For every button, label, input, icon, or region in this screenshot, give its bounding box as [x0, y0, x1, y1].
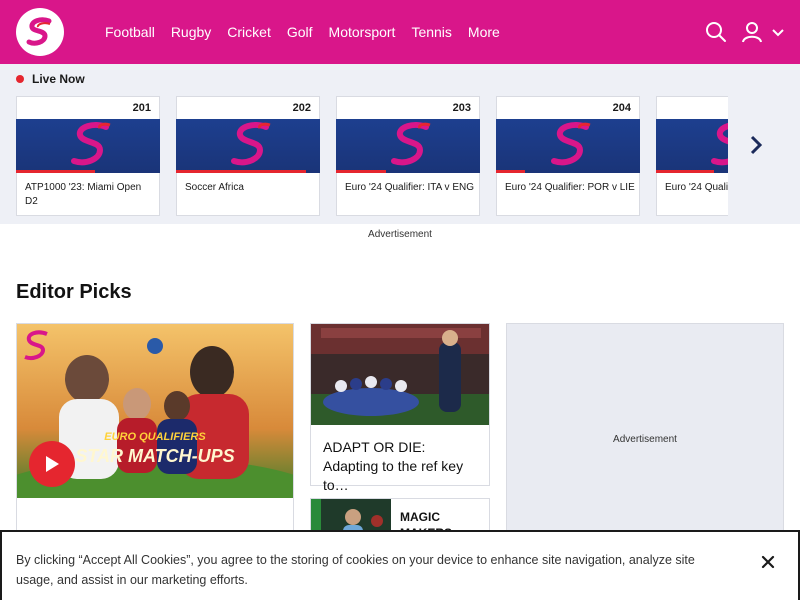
channel-title: Soccer Africa [185, 182, 244, 193]
cookie-banner: By clicking “Accept All Cookies”, you ag… [0, 530, 800, 600]
nav-golf[interactable]: Golf [279, 24, 321, 40]
nav-tennis[interactable]: Tennis [403, 24, 459, 40]
article-card[interactable]: ADAPT OR DIE: Adapting to the ref key to… [310, 323, 490, 493]
channel-carousel: 201 ATP1000 '23: Miami Open D2 202 Socce… [16, 96, 728, 217]
channel-title: Euro '24 Qualifier: POR v LIE [505, 182, 635, 193]
channel-card[interactable]: 204 Euro '24 Qualifier: POR v LIE [496, 96, 640, 216]
feature-video-thumbnail: EURO QUALIFIERS STAR MATCH-UPS [17, 324, 293, 498]
rugby-scrum-photo [311, 324, 489, 425]
nav-more[interactable]: More [460, 24, 508, 40]
supersport-s-icon [71, 122, 111, 166]
channel-progress [176, 170, 306, 173]
main-nav: Football Rugby Cricket Golf Motorsport T… [97, 0, 508, 64]
channel-progress [16, 170, 96, 173]
advertisement-label: Advertisement [368, 229, 432, 240]
channel-title: ATP1000 '23: Miami Open D2 [25, 182, 142, 207]
supersport-s-icon [551, 122, 591, 166]
channel-thumbnail [16, 119, 160, 173]
nav-cricket[interactable]: Cricket [219, 24, 279, 40]
cookie-banner-text: By clicking “Accept All Cookies”, you ag… [16, 553, 695, 587]
supersport-s-icon [391, 122, 431, 166]
supersport-s-icon [231, 122, 271, 166]
site-header: Football Rugby Cricket Golf Motorsport T… [0, 0, 800, 64]
channel-number: 201 [132, 102, 151, 114]
channel-progress [336, 170, 387, 173]
user-icon [742, 22, 762, 43]
play-icon [46, 456, 59, 472]
live-now-text: Live Now [32, 72, 85, 86]
channel-card[interactable]: 202 Soccer Africa [176, 96, 320, 216]
live-dot-icon [16, 75, 24, 83]
advertisement-box[interactable]: Advertisement [506, 323, 784, 563]
cookie-close-button[interactable] [758, 552, 778, 572]
channel-card[interactable]: 201 ATP1000 '23: Miami Open D2 [16, 96, 160, 216]
channel-card[interactable]: 203 Euro '24 Qualifier: ITA v ENG [336, 96, 480, 216]
channel-progress [656, 170, 714, 173]
carousel-next-button[interactable] [744, 132, 768, 158]
channel-thumbnail [656, 119, 728, 173]
channel-title: Euro '24 Qualifier [665, 182, 728, 193]
channel-thumbnail [176, 119, 320, 173]
channel-thumbnail [336, 119, 480, 173]
nav-motorsport[interactable]: Motorsport [321, 24, 404, 40]
search-button[interactable] [704, 20, 728, 44]
channel-thumbnail [496, 119, 640, 173]
feature-video-card[interactable]: EURO QUALIFIERS STAR MATCH-UPS [16, 323, 294, 543]
close-icon [761, 555, 775, 569]
supersport-logo[interactable] [16, 8, 64, 56]
play-button[interactable] [29, 441, 75, 487]
chevron-right-icon [750, 135, 763, 155]
channel-card[interactable]: 205 Euro '24 Qualifier [656, 96, 728, 216]
article-title: ADAPT OR DIE: Adapting to the ref key to… [323, 439, 464, 493]
channel-number: 202 [292, 102, 311, 114]
channel-number: 203 [452, 102, 471, 114]
channel-progress [496, 170, 525, 173]
search-icon [706, 22, 726, 42]
chevron-down-icon [772, 29, 784, 37]
channel-title: Euro '24 Qualifier: ITA v ENG [345, 182, 474, 193]
editor-picks-heading: Editor Picks [16, 281, 132, 303]
supersport-s-icon [711, 123, 728, 166]
artwork-line-1: EURO QUALIFIERS [104, 431, 206, 443]
advertisement-label: Advertisement [613, 434, 677, 445]
channel-number: 204 [612, 102, 631, 114]
nav-football[interactable]: Football [97, 24, 163, 40]
article-thumbnail [311, 324, 489, 425]
live-now-label: Live Now [16, 72, 85, 86]
artwork-line-2: STAR MATCH-UPS [75, 446, 234, 466]
account-button[interactable] [740, 20, 786, 44]
nav-rugby[interactable]: Rugby [163, 24, 219, 40]
supersport-s-icon [26, 17, 52, 46]
